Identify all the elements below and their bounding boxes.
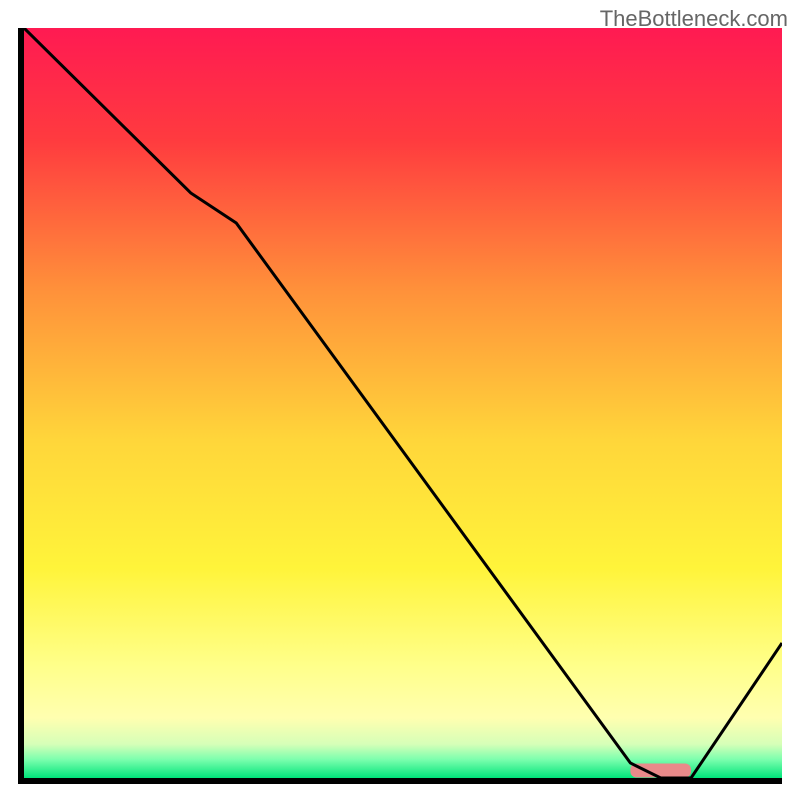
plot-area [24, 28, 782, 778]
watermark-label: TheBottleneck.com [600, 6, 788, 32]
chart-svg [24, 28, 782, 778]
optimal-marker [630, 764, 691, 778]
chart-frame [18, 28, 782, 784]
